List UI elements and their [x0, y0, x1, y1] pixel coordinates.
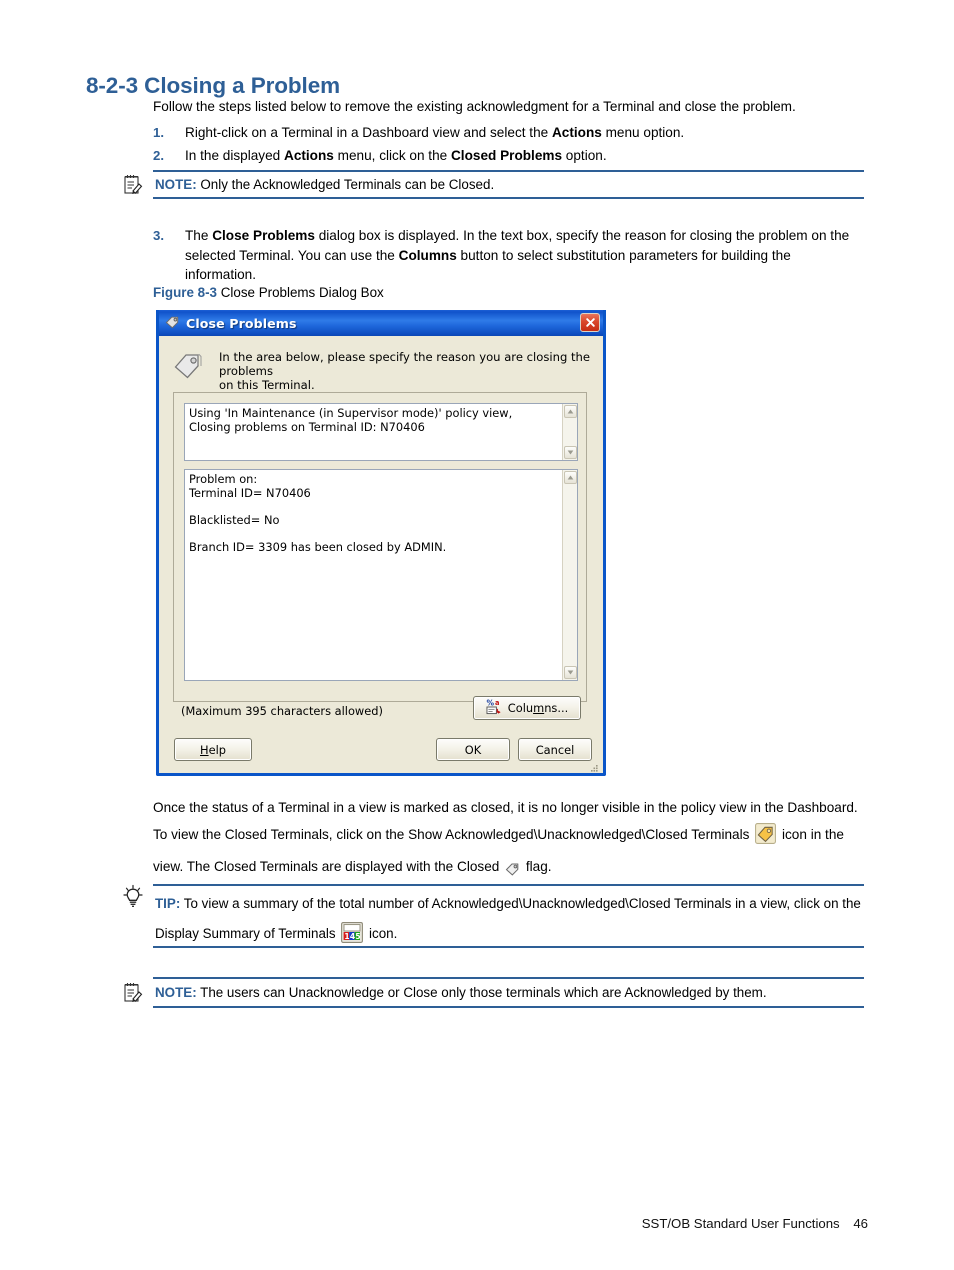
problem-line-1: Problem on: — [189, 472, 258, 486]
step-1-text: Right-click on a Terminal in a Dashboard… — [185, 125, 685, 140]
display-summary-of-terminals-icon: 1 4 5 — [341, 922, 364, 954]
columns-icon: % a — [486, 698, 503, 718]
step-1-number: 1. — [153, 125, 164, 140]
help-button-label: Help — [200, 742, 226, 757]
dialog-header-line-1: In the area below, please specify the re… — [219, 350, 591, 378]
close-icon[interactable] — [580, 313, 600, 332]
reason-line-1: Using 'In Maintenance (in Supervisor mod… — [189, 406, 513, 420]
after-dialog-paragraph: Once the status of a Terminal in a view … — [153, 794, 868, 885]
page-title: 8-2-3 Closing a Problem — [86, 73, 341, 99]
tag-icon — [165, 314, 180, 333]
scroll-down-icon[interactable] — [564, 666, 577, 679]
step-2: 2. In the displayed Actions menu, click … — [153, 146, 873, 166]
ok-button[interactable]: OK — [436, 738, 510, 761]
problem-scrollbar[interactable] — [562, 470, 577, 680]
after-paragraph-part-3: flag. — [522, 859, 552, 874]
page-footer: SST/OB Standard User Functions 46 — [0, 1216, 954, 1231]
figure-label: Figure 8-3 — [153, 285, 217, 300]
max-characters-note: (Maximum 395 characters allowed) — [181, 704, 383, 718]
step-3: 3. The Close Problems dialog box is disp… — [153, 226, 863, 285]
columns-button-label: Columns... — [507, 701, 569, 715]
show-acknowledged-terminals-icon — [755, 823, 777, 853]
ok-button-label: OK — [464, 742, 482, 757]
step-3-text: The Close Problems dialog box is display… — [185, 228, 850, 282]
scroll-down-icon[interactable] — [564, 446, 577, 459]
note-pad-pencil-icon — [119, 980, 145, 1006]
figure-caption-text: Close Problems Dialog Box — [220, 285, 384, 300]
tip-label: TIP: — [155, 896, 181, 911]
cancel-button[interactable]: Cancel — [518, 738, 592, 761]
problem-line-3: Blacklisted= No — [189, 512, 280, 527]
dialog-header-text: In the area below, please specify the re… — [219, 350, 591, 392]
reason-textarea[interactable]: Using 'In Maintenance (in Supervisor mod… — [184, 403, 578, 461]
problem-line-2: Terminal ID= N70406 — [189, 485, 311, 500]
step-2-text: In the displayed Actions menu, click on … — [185, 148, 607, 163]
note-2: NOTE: The users can Unacknowledge or Clo… — [155, 983, 861, 1002]
problem-line-4: Branch ID= 3309 has been closed by ADMIN… — [189, 539, 447, 554]
tag-icon — [173, 350, 207, 384]
svg-text:a: a — [495, 699, 499, 707]
intro-paragraph: Follow the steps listed below to remove … — [153, 99, 796, 114]
note-2-rule-top — [153, 977, 864, 979]
tip-text-part-2: icon. — [365, 926, 398, 941]
dialog-header: In the area below, please specify the re… — [159, 336, 603, 396]
closed-flag-tag-icon — [505, 858, 520, 885]
note-2-label: NOTE: — [155, 985, 197, 1000]
problem-textarea[interactable]: Problem on: Terminal ID= N70406 Blacklis… — [184, 469, 578, 681]
note-1-rule-top — [153, 170, 864, 172]
note-1-label: NOTE: — [155, 177, 197, 192]
step-2-number: 2. — [153, 148, 164, 163]
tip-text-part-1: To view a summary of the total number of… — [155, 896, 861, 941]
cancel-button-label: Cancel — [535, 742, 575, 757]
note-1-text: Only the Acknowledged Terminals can be C… — [200, 177, 495, 192]
tip-rule-top — [153, 884, 864, 886]
svg-text:4: 4 — [350, 932, 355, 941]
step-1: 1. Right-click on a Terminal in a Dashbo… — [153, 123, 873, 143]
after-paragraph-part-1: Once the status of a Terminal in a view … — [153, 800, 858, 842]
note-1: NOTE: Only the Acknowledged Terminals ca… — [155, 175, 855, 194]
svg-text:%: % — [486, 699, 494, 708]
help-button[interactable]: Help — [174, 738, 252, 761]
dialog-title: Close Problems — [186, 315, 297, 331]
close-problems-dialog: Close Problems In the area below, please… — [156, 310, 606, 776]
columns-button[interactable]: % a Columns... — [473, 696, 581, 720]
lightbulb-icon — [120, 884, 146, 910]
footer-doc-title: SST/OB Standard User Functions — [641, 1216, 840, 1231]
tip: TIP: To view a summary of the total numb… — [155, 889, 861, 954]
svg-text:5: 5 — [356, 932, 361, 941]
dialog-header-line-2: on this Terminal. — [219, 378, 315, 392]
note-1-rule-bottom — [153, 197, 864, 199]
dialog-group-box: Using 'In Maintenance (in Supervisor mod… — [173, 392, 587, 702]
note-2-rule-bottom — [153, 1006, 864, 1008]
footer-page-number: 46 — [853, 1216, 868, 1231]
svg-text:1: 1 — [345, 932, 350, 941]
scroll-up-icon[interactable] — [564, 471, 577, 484]
reason-scrollbar[interactable] — [562, 404, 577, 460]
resize-grip-icon[interactable] — [588, 759, 600, 772]
note-pad-pencil-icon — [119, 172, 145, 198]
dialog-titlebar[interactable]: Close Problems — [159, 310, 603, 336]
figure-caption: Figure 8-3 Close Problems Dialog Box — [153, 285, 384, 300]
document-page: 8-2-3 Closing a Problem Follow the steps… — [0, 0, 954, 1270]
reason-line-2: Closing problems on Terminal ID: N70406 — [189, 419, 425, 434]
note-2-text: The users can Unacknowledge or Close onl… — [200, 985, 767, 1000]
scroll-up-icon[interactable] — [564, 405, 577, 418]
step-3-number: 3. — [153, 228, 164, 243]
